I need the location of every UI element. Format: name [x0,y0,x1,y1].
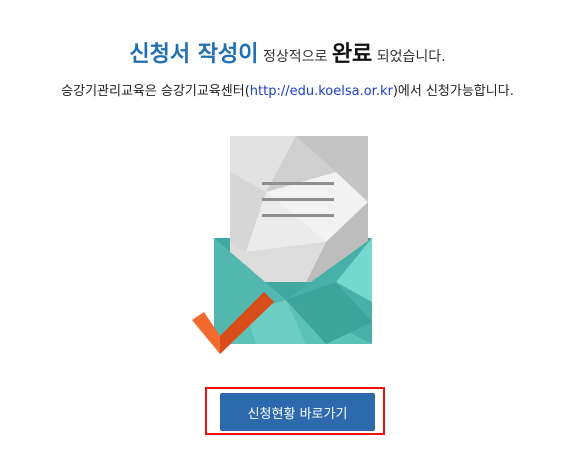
completion-page: 신청서 작성이 정상적으로 완료 되었습니다. 승강기관리교육은 승강기교육센터… [0,0,575,456]
headline-complete: 완료 [331,42,373,67]
headline-text-end: 되었습니다. [372,49,446,65]
letter-line-1 [262,182,334,185]
headline-text: 정상적으로 [258,49,332,65]
letter-line-2 [262,198,334,201]
letter-line-3 [262,214,334,217]
application-status-button[interactable]: 신청현황 바로가기 [220,393,375,431]
education-center-link[interactable]: http://edu.koelsa.or.kr [250,84,393,99]
notice-prefix: 승강기관리교육은 승강기교육센터( [61,84,250,99]
notice-suffix: )에서 신청가능합니다. [392,84,514,99]
envelope-letter-checkmark-icon [192,136,372,354]
education-notice: 승강기관리교육은 승강기교육센터(http://edu.koelsa.or.kr… [0,80,575,99]
completion-headline: 신청서 작성이 정상적으로 완료 되었습니다. [0,36,575,68]
headline-emphasis: 신청서 작성이 [129,42,259,67]
